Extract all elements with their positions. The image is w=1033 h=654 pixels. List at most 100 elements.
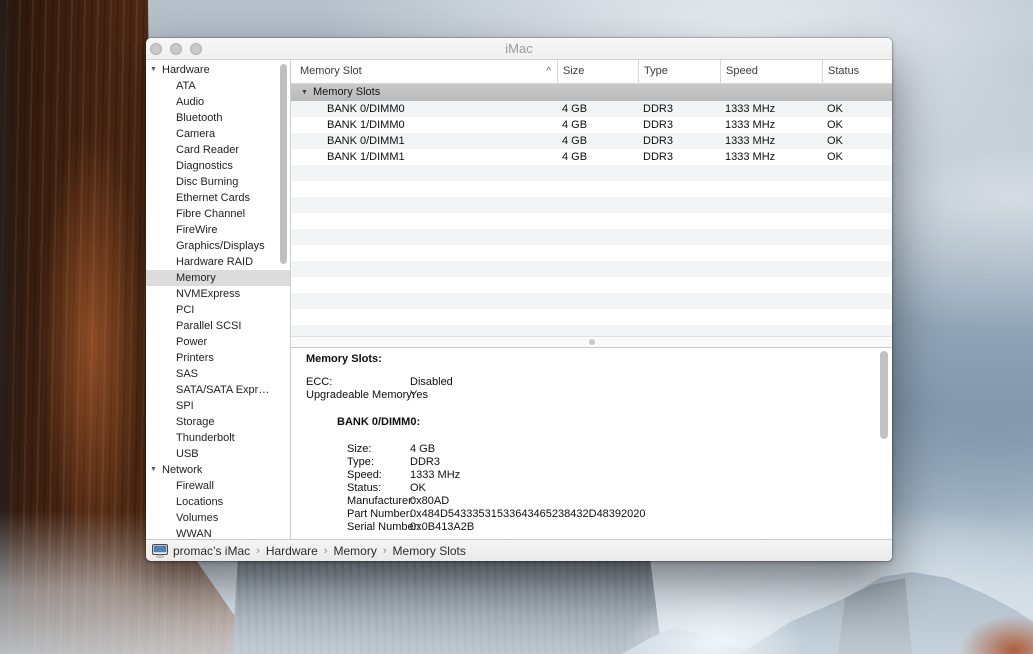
sidebar-item-fibre-channel[interactable]: Fibre Channel bbox=[146, 206, 290, 222]
sidebar-item-diagnostics[interactable]: Diagnostics bbox=[146, 158, 290, 174]
detail-label: Upgradeable Memory: bbox=[306, 389, 410, 402]
sidebar-section-hardware[interactable]: ▼Hardware bbox=[146, 62, 290, 78]
detail-value: 1333 MHz bbox=[410, 469, 460, 482]
table-rows: BANK 0/DIMM04 GBDDR31333 MHzOKBANK 1/DIM… bbox=[291, 101, 892, 336]
detail-value: 0x484D54333531533643465238432D48392020 bbox=[410, 508, 646, 521]
table-group-row[interactable]: ▼ Memory Slots bbox=[291, 84, 892, 101]
sidebar-item-disc-burning[interactable]: Disc Burning bbox=[146, 174, 290, 190]
disclosure-triangle-icon[interactable]: ▼ bbox=[301, 84, 308, 101]
sidebar-item-parallel-scsi[interactable]: Parallel SCSI bbox=[146, 318, 290, 334]
sidebar: ▼HardwareATAAudioBluetoothCameraCard Rea… bbox=[146, 60, 291, 539]
sidebar-item-sas[interactable]: SAS bbox=[146, 366, 290, 382]
sidebar-item-label: Volumes bbox=[146, 510, 290, 526]
breadcrumb: promac’s iMac›Hardware›Memory›Memory Slo… bbox=[173, 544, 466, 558]
sidebar-item-label: Ethernet Cards bbox=[146, 190, 290, 206]
sidebar-item-graphics-displays[interactable]: Graphics/Displays bbox=[146, 238, 290, 254]
column-header-type[interactable]: Type bbox=[638, 60, 720, 83]
detail-row: Speed:1333 MHz bbox=[347, 469, 892, 482]
detail-scrollbar-thumb[interactable] bbox=[880, 351, 888, 439]
table-cell: DDR3 bbox=[638, 117, 720, 133]
table-row[interactable]: BANK 1/DIMM04 GBDDR31333 MHzOK bbox=[291, 117, 892, 133]
sidebar-item-label: PCI bbox=[146, 302, 290, 318]
sidebar-item-ethernet-cards[interactable]: Ethernet Cards bbox=[146, 190, 290, 206]
detail-value: OK bbox=[410, 482, 426, 495]
sidebar-item-volumes[interactable]: Volumes bbox=[146, 510, 290, 526]
detail-content: Memory Slots: ECC:DisabledUpgradeable Me… bbox=[291, 348, 892, 534]
sidebar-item-label: SAS bbox=[146, 366, 290, 382]
sidebar-item-pci[interactable]: PCI bbox=[146, 302, 290, 318]
sidebar-item-label: NVMExpress bbox=[146, 286, 290, 302]
sidebar-item-label: WWAN bbox=[146, 526, 290, 539]
table-row[interactable]: BANK 0/DIMM04 GBDDR31333 MHzOK bbox=[291, 101, 892, 117]
table-row[interactable]: BANK 1/DIMM14 GBDDR31333 MHzOK bbox=[291, 149, 892, 165]
sidebar-item-label: FireWire bbox=[146, 222, 290, 238]
sidebar-item-memory[interactable]: Memory bbox=[146, 270, 290, 286]
table-cell: OK bbox=[822, 101, 892, 117]
sidebar-item-usb[interactable]: USB bbox=[146, 446, 290, 462]
sidebar-item-card-reader[interactable]: Card Reader bbox=[146, 142, 290, 158]
detail-label: Speed: bbox=[347, 469, 410, 482]
disclosure-triangle-icon: ▼ bbox=[150, 62, 157, 78]
table-header: Memory Slot^SizeTypeSpeed Status bbox=[291, 60, 892, 84]
sidebar-item-sata-sata-expr[interactable]: SATA/SATA Expr… bbox=[146, 382, 290, 398]
sidebar-item-label: Fibre Channel bbox=[146, 206, 290, 222]
column-header-size[interactable]: Size bbox=[557, 60, 638, 83]
detail-row: Serial Number:0x0B413A2B bbox=[347, 521, 892, 534]
titlebar[interactable]: iMac bbox=[146, 38, 892, 60]
column-header-speed[interactable]: Speed bbox=[720, 60, 822, 83]
sidebar-scrollbar-thumb[interactable] bbox=[280, 64, 287, 264]
sidebar-item-label: Camera bbox=[146, 126, 290, 142]
sidebar-item-label: Bluetooth bbox=[146, 110, 290, 126]
sidebar-item-label: SPI bbox=[146, 398, 290, 414]
sidebar-item-hardware-raid[interactable]: Hardware RAID bbox=[146, 254, 290, 270]
sidebar-section-label: Network bbox=[146, 462, 290, 478]
sidebar-section-network[interactable]: ▼Network bbox=[146, 462, 290, 478]
column-header-label: Status bbox=[828, 65, 859, 77]
sidebar-section-label: Hardware bbox=[146, 62, 290, 78]
sidebar-item-audio[interactable]: Audio bbox=[146, 94, 290, 110]
status-bar: promac’s iMac›Hardware›Memory›Memory Slo… bbox=[146, 539, 892, 561]
table-cell: BANK 1/DIMM0 bbox=[291, 117, 557, 133]
detail-heading: Memory Slots: bbox=[306, 353, 892, 366]
column-header-memory-slot[interactable]: Memory Slot^ bbox=[291, 60, 557, 83]
detail-label: Manufacturer: bbox=[347, 495, 410, 508]
sidebar-item-bluetooth[interactable]: Bluetooth bbox=[146, 110, 290, 126]
table-row[interactable]: BANK 0/DIMM14 GBDDR31333 MHzOK bbox=[291, 133, 892, 149]
sidebar-item-nvmexpress[interactable]: NVMExpress bbox=[146, 286, 290, 302]
sidebar-item-camera[interactable]: Camera bbox=[146, 126, 290, 142]
column-header-status[interactable]: Status bbox=[822, 60, 892, 83]
sidebar-item-power[interactable]: Power bbox=[146, 334, 290, 350]
table-group-label: Memory Slots bbox=[291, 84, 892, 101]
sidebar-item-wwan[interactable]: WWAN bbox=[146, 526, 290, 539]
table-cell: DDR3 bbox=[638, 133, 720, 149]
breadcrumb-item-promac-s-imac[interactable]: promac’s iMac bbox=[173, 544, 250, 558]
detail-row: ECC:Disabled bbox=[306, 376, 892, 389]
sidebar-item-label: Disc Burning bbox=[146, 174, 290, 190]
sidebar-item-thunderbolt[interactable]: Thunderbolt bbox=[146, 430, 290, 446]
sidebar-item-printers[interactable]: Printers bbox=[146, 350, 290, 366]
sidebar-item-label: Memory bbox=[146, 270, 290, 286]
table-cell: 4 GB bbox=[557, 149, 638, 165]
detail-value: 0x0B413A2B bbox=[410, 521, 474, 534]
breadcrumb-item-memory-slots[interactable]: Memory Slots bbox=[393, 544, 466, 558]
sidebar-item-locations[interactable]: Locations bbox=[146, 494, 290, 510]
pane-splitter[interactable] bbox=[291, 336, 892, 348]
column-header-label: Memory Slot bbox=[300, 65, 362, 77]
table-cell: OK bbox=[822, 117, 892, 133]
sidebar-item-label: Card Reader bbox=[146, 142, 290, 158]
sidebar-item-storage[interactable]: Storage bbox=[146, 414, 290, 430]
breadcrumb-item-memory[interactable]: Memory bbox=[334, 544, 377, 558]
sidebar-item-ata[interactable]: ATA bbox=[146, 78, 290, 94]
window-title: iMac bbox=[146, 38, 892, 59]
sidebar-item-firewire[interactable]: FireWire bbox=[146, 222, 290, 238]
sidebar-item-label: Parallel SCSI bbox=[146, 318, 290, 334]
detail-row: Type:DDR3 bbox=[347, 456, 892, 469]
sidebar-item-label: Firewall bbox=[146, 478, 290, 494]
sidebar-item-label: Storage bbox=[146, 414, 290, 430]
breadcrumb-item-hardware[interactable]: Hardware bbox=[266, 544, 318, 558]
detail-label: Status: bbox=[347, 482, 410, 495]
sidebar-item-spi[interactable]: SPI bbox=[146, 398, 290, 414]
table-cell: BANK 1/DIMM1 bbox=[291, 149, 557, 165]
sidebar-item-firewall[interactable]: Firewall bbox=[146, 478, 290, 494]
detail-row: Size:4 GB bbox=[347, 443, 892, 456]
